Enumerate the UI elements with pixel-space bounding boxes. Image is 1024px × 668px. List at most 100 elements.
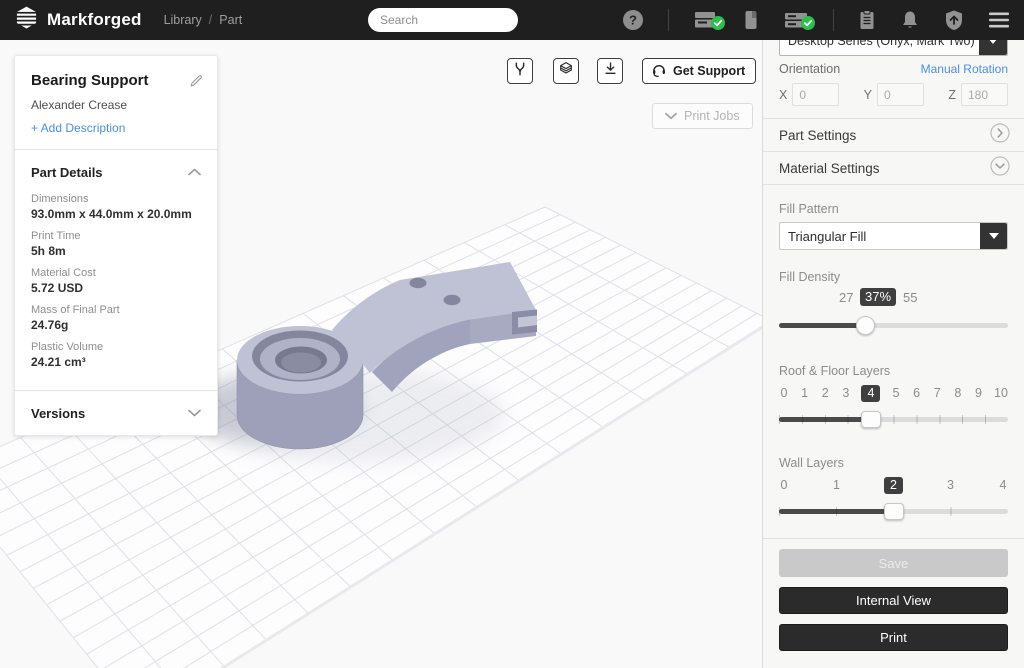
panel-action-buttons: Save Internal View Print — [779, 549, 1008, 651]
chevron-up-icon — [188, 163, 201, 181]
print-jobs-button[interactable]: Print Jobs — [652, 103, 753, 129]
fill-density-label: Fill Density — [779, 270, 1008, 284]
markforged-hex-icon — [14, 5, 39, 35]
roof-floor-layers-slider[interactable] — [779, 410, 1008, 428]
layer-view-button[interactable] — [553, 58, 579, 84]
axis-y-input[interactable]: 0 — [877, 83, 924, 106]
fill-density-handle[interactable] — [856, 316, 875, 335]
svg-text:?: ? — [629, 13, 637, 28]
manual-rotation-link[interactable]: Manual Rotation — [921, 62, 1008, 76]
breadcrumb-separator: / — [209, 13, 212, 27]
wall-layers-label: Wall Layers — [779, 456, 1008, 470]
tick-label: 1 — [800, 386, 810, 400]
printer-ok-check-icon — [711, 16, 725, 35]
tick-label: 3 — [841, 386, 851, 400]
tick-label: 6 — [912, 386, 922, 400]
3d-viewport[interactable]: Bearing Support Alexander Crease + Add D… — [0, 40, 762, 668]
search-bar[interactable] — [368, 8, 518, 32]
axis-y-group: Y 0 — [864, 83, 924, 106]
detail-item-print-time: Print Time 5h 8m — [31, 230, 201, 258]
printer-status-icon[interactable] — [693, 9, 719, 31]
versions-header[interactable]: Versions — [15, 391, 217, 435]
detail-item-plastic-volume: Plastic Volume 24.21 cm³ — [31, 341, 201, 369]
print-system-status-icon[interactable] — [783, 9, 809, 31]
axis-x-group: X 0 — [779, 83, 839, 106]
get-support-button[interactable]: Get Support — [642, 58, 756, 84]
clipboard-icon[interactable] — [858, 9, 876, 31]
tick-label: 10 — [994, 386, 1008, 400]
help-icon[interactable]: ? — [622, 9, 644, 31]
wall-layers-slider[interactable] — [779, 502, 1008, 520]
tick-label: 8 — [953, 386, 963, 400]
axis-z-group: Z 180 — [948, 83, 1008, 106]
system-ok-check-icon — [801, 16, 815, 35]
orientation-block: Orientation Manual Rotation X 0 Y 0 Z 18… — [779, 62, 1008, 106]
wall-layers-handle[interactable] — [884, 503, 904, 520]
wall-tick-labels: 01234 — [779, 476, 1008, 494]
print-button[interactable]: Print — [779, 624, 1008, 651]
tick-label: 9 — [973, 386, 983, 400]
tick-label: 3 — [945, 478, 955, 492]
hamburger-menu-icon[interactable] — [988, 11, 1010, 29]
roof-floor-handle[interactable] — [861, 411, 881, 428]
part-details-heading: Part Details — [31, 165, 103, 180]
material-settings-header[interactable]: Material Settings — [763, 152, 1024, 185]
versions-heading: Versions — [31, 406, 85, 421]
notifications-bell-icon[interactable] — [900, 9, 920, 31]
fill-density-slider[interactable] — [779, 316, 1008, 334]
shield-update-icon[interactable] — [944, 9, 964, 31]
part-details-card: Bearing Support Alexander Crease + Add D… — [14, 55, 218, 436]
print-jobs-label: Print Jobs — [684, 109, 740, 123]
material-settings-title: Material Settings — [779, 161, 880, 176]
part-details-header[interactable]: Part Details — [15, 150, 217, 191]
download-part-button[interactable] — [597, 58, 623, 84]
save-button[interactable]: Save — [779, 549, 1008, 577]
axis-x-input[interactable]: 0 — [792, 83, 839, 106]
nav-divider — [833, 9, 834, 31]
brand-name: Markforged — [47, 10, 142, 30]
material-settings-content: Fill Pattern Triangular Fill Fill Densit… — [763, 202, 1024, 520]
tick-label-active: 4 — [861, 385, 880, 402]
fill-density-max: 55 — [903, 290, 917, 305]
axis-x-label: X — [779, 88, 787, 102]
rotate-part-button[interactable] — [507, 58, 533, 84]
tick-label: 0 — [779, 478, 789, 492]
get-support-label: Get Support — [673, 64, 745, 78]
markforged-logo[interactable]: Markforged — [14, 5, 142, 35]
part-model-3d[interactable] — [200, 240, 560, 510]
search-input[interactable] — [380, 13, 535, 27]
tick-label: 4 — [998, 478, 1008, 492]
fill-pattern-value: Triangular Fill — [780, 229, 980, 244]
layers-cube-icon — [558, 61, 574, 82]
add-description-link[interactable]: + Add Description — [31, 121, 201, 135]
tick-label: 2 — [820, 386, 830, 400]
search-icon[interactable] — [535, 10, 550, 30]
fill-density-values: 27 37% 55 — [779, 288, 1008, 308]
headset-icon — [651, 62, 667, 81]
roof-floor-layers-label: Roof & Floor Layers — [779, 364, 1008, 378]
breadcrumb-library[interactable]: Library — [164, 13, 202, 27]
fill-pattern-select[interactable]: Triangular Fill — [779, 222, 1008, 250]
part-settings-title: Part Settings — [779, 128, 856, 143]
fill-pattern-label: Fill Pattern — [779, 202, 1008, 216]
orientation-label: Orientation — [779, 62, 840, 76]
fill-pattern-dropdown-button[interactable] — [980, 223, 1007, 249]
part-settings-header[interactable]: Part Settings — [763, 119, 1024, 152]
chevron-down-icon — [665, 109, 677, 123]
nav-divider — [668, 9, 669, 31]
fill-density-min: 27 — [839, 290, 853, 305]
tick-label: 7 — [932, 386, 942, 400]
chevron-down-icon — [188, 404, 201, 422]
edit-pencil-icon[interactable] — [189, 74, 203, 93]
triangle-down-icon — [989, 233, 999, 239]
nav-icon-cluster: ? — [622, 0, 1010, 40]
rotate-branch-icon — [512, 61, 528, 82]
part-title: Bearing Support — [31, 72, 201, 89]
tick-label: 5 — [891, 386, 901, 400]
axis-z-input[interactable]: 180 — [961, 83, 1008, 106]
detail-item-dimensions: Dimensions 93.0mm x 44.0mm x 20.0mm — [31, 193, 201, 221]
internal-view-button[interactable]: Internal View — [779, 587, 1008, 614]
slider-fill — [779, 323, 866, 328]
breadcrumb-part[interactable]: Part — [219, 13, 242, 27]
material-spool-icon[interactable] — [743, 9, 759, 31]
